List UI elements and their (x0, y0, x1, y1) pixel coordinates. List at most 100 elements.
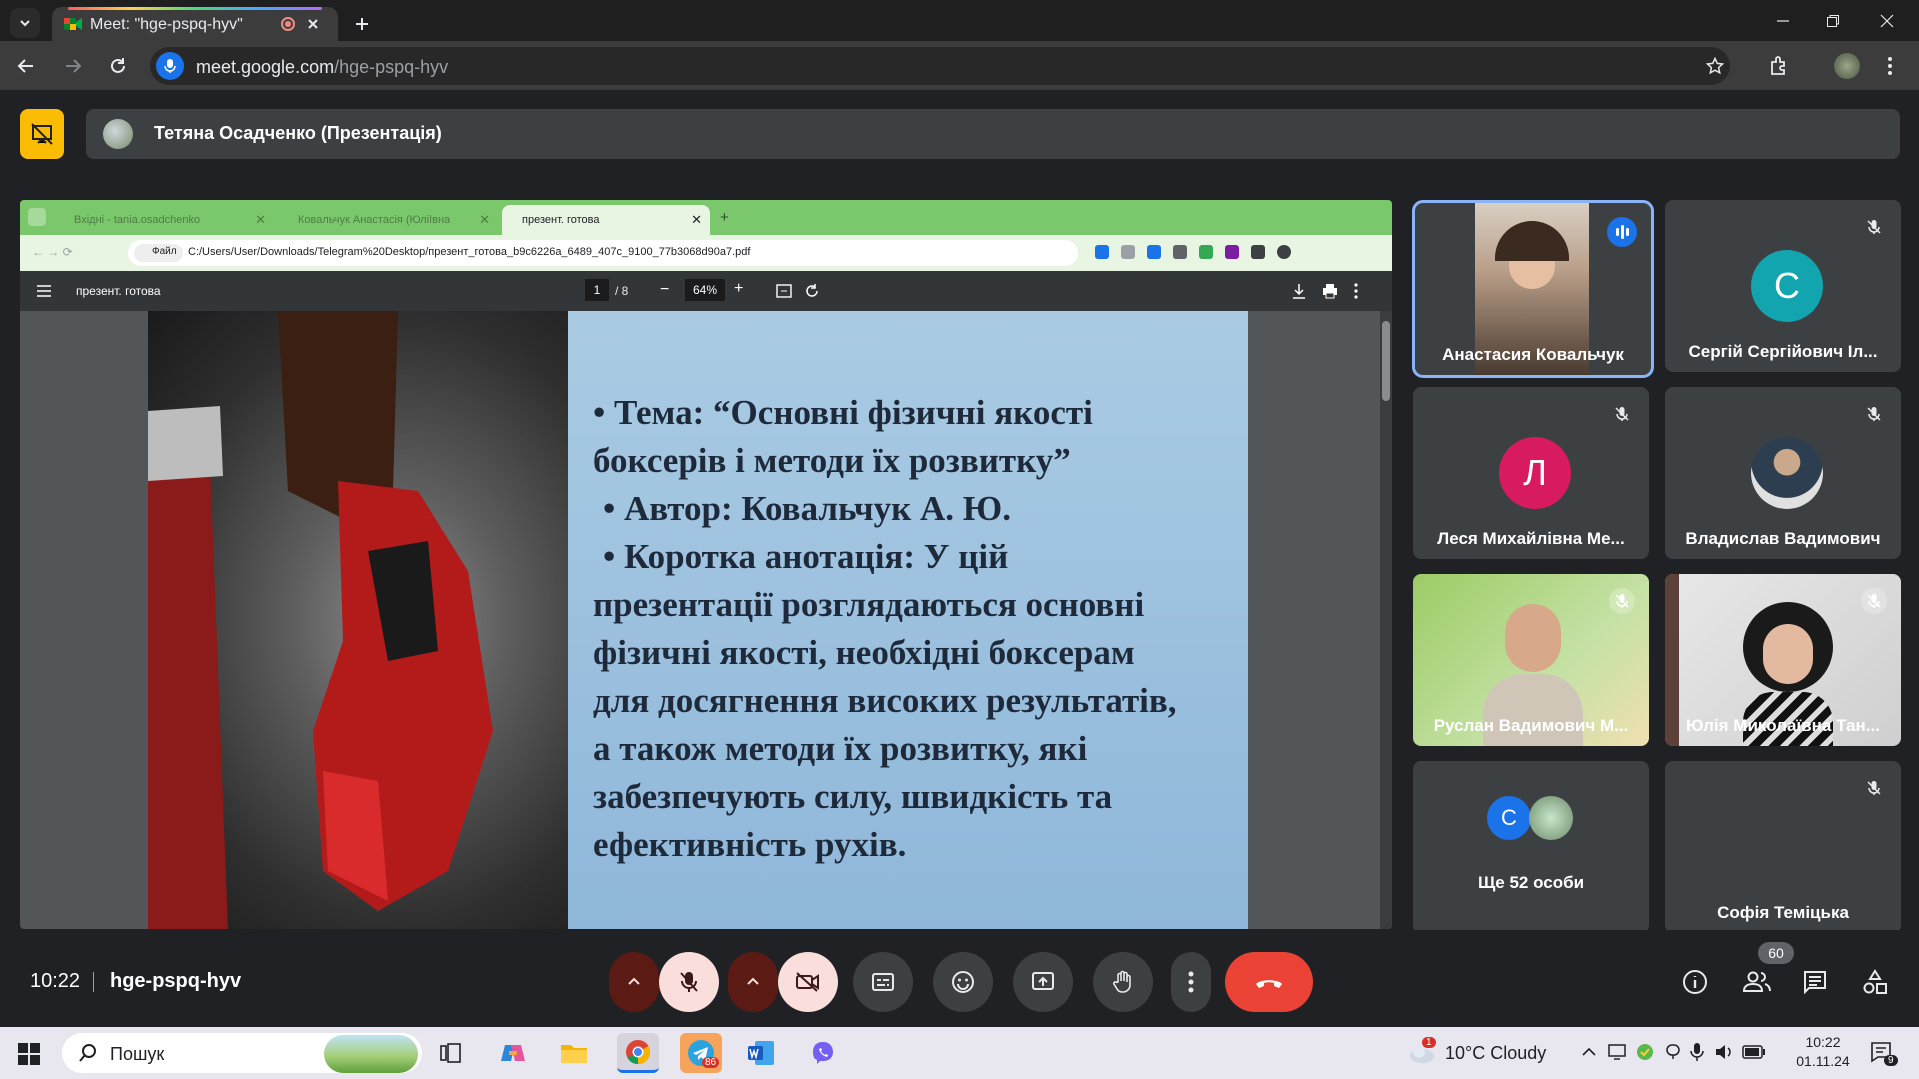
close-window-button[interactable] (1867, 8, 1907, 34)
browser-tab-meet[interactable]: Meet: "hge-pspq-hyv" (52, 7, 338, 41)
meeting-info-button[interactable] (1673, 960, 1717, 1004)
leave-call-button[interactable] (1225, 952, 1313, 1012)
slide-line: ефективність рухів. (593, 825, 907, 864)
participant-photo-avatar (1751, 437, 1823, 509)
volume-icon[interactable] (1714, 1043, 1734, 1061)
security-icon[interactable] (1636, 1043, 1654, 1061)
boxer-photo (148, 311, 568, 929)
network-icon[interactable] (1608, 1043, 1626, 1061)
profile-avatar[interactable] (1834, 53, 1860, 79)
bookmark-star-icon[interactable] (1706, 57, 1724, 75)
tab-search-button[interactable] (10, 8, 40, 38)
shared-screen: Вхідні - tania.osadchenko ✕ Ковальчук Ана… (20, 200, 1392, 929)
participant-tile[interactable]: С Сергій Сергійович Іл... (1665, 200, 1901, 372)
start-button[interactable] (18, 1043, 40, 1065)
tray-clock[interactable]: 10:22 01.11.24 (1793, 1033, 1853, 1071)
present-icon (1032, 972, 1054, 990)
minimize-icon (1777, 20, 1789, 22)
weather-badge: 1 (1422, 1037, 1436, 1048)
raise-hand-button[interactable] (1093, 952, 1153, 1012)
mic-off-icon (1861, 214, 1887, 240)
pdf-scrollbar (1380, 311, 1392, 929)
taskbar-app-telegram[interactable]: 86 (680, 1033, 722, 1073)
slide-line: • Коротка анотація: У цій (603, 537, 1009, 576)
taskbar-app-copilot[interactable] (492, 1033, 534, 1073)
meeting-clock: 10:22 (30, 970, 81, 992)
task-view-icon (440, 1043, 461, 1063)
search-icon (79, 1044, 96, 1062)
video-options-button[interactable] (728, 952, 778, 1012)
captions-button[interactable] (853, 952, 913, 1012)
microphone-toggle-button[interactable] (659, 952, 719, 1012)
slide-line: боксерів і методи їх розвитку” (593, 441, 1071, 480)
pdf-menu-icon (37, 285, 51, 297)
participant-tile[interactable]: Анастасия Ковальчук (1412, 200, 1654, 378)
chat-button[interactable] (1793, 960, 1837, 1004)
mic-off-icon (1861, 401, 1887, 427)
camera-tray-icon[interactable] (1664, 1043, 1682, 1061)
present-screen-button[interactable] (1013, 952, 1073, 1012)
url-text: meet.google.com/hge-pspq-hyv (196, 57, 449, 77)
chrome-menu-icon[interactable] (1887, 56, 1893, 76)
address-bar[interactable]: meet.google.com/hge-pspq-hyv (150, 47, 1730, 85)
reactions-button[interactable] (933, 952, 993, 1012)
task-view-button[interactable] (430, 1033, 472, 1073)
chat-icon (1804, 971, 1826, 995)
taskbar-app-viber[interactable] (802, 1033, 844, 1073)
mic-off-icon (1609, 588, 1635, 614)
people-button[interactable] (1735, 960, 1779, 1004)
new-tab-button[interactable] (348, 10, 376, 38)
mic-off-icon (1609, 401, 1635, 427)
hand-icon (1113, 970, 1131, 993)
weather-text[interactable]: 10°C Cloudy (1445, 1043, 1546, 1064)
close-tab-icon[interactable] (306, 17, 320, 31)
minimize-button[interactable] (1763, 8, 1803, 34)
taskbar-app-chrome[interactable] (617, 1033, 659, 1073)
participant-name: Юлія Миколаївна Тан... (1686, 716, 1880, 735)
participant-initial-avatar: С (1751, 250, 1823, 322)
back-arrow-icon[interactable] (16, 56, 36, 76)
info-icon (1683, 970, 1707, 994)
more-options-button[interactable] (1171, 952, 1211, 1012)
chevron-up-icon[interactable] (1582, 1047, 1596, 1057)
pdf-toolbar: презент. готова 1 / 8 − 64% + (20, 271, 1392, 311)
participant-name: Руслан Вадимович М... (1433, 716, 1629, 735)
presenter-bar: Тетяна Осадченко (Презентація) (86, 109, 1900, 159)
zoom-in-icon: + (734, 280, 744, 297)
reload-icon[interactable] (108, 56, 128, 76)
camera-off-icon (796, 972, 819, 992)
camera-toggle-button[interactable] (778, 952, 838, 1012)
activities-icon (1863, 969, 1887, 994)
taskbar-app-word[interactable] (740, 1033, 782, 1073)
microphone-tray-icon[interactable] (1690, 1042, 1704, 1062)
participant-tile[interactable]: Софія Теміцька (1665, 761, 1901, 933)
forward-arrow-icon[interactable] (63, 56, 83, 76)
participant-tile-overflow[interactable]: С Ще 52 особи (1413, 761, 1649, 933)
restore-icon (1827, 15, 1839, 27)
copilot-icon (501, 1045, 525, 1061)
notification-count: 9 (1884, 1055, 1898, 1066)
restore-button[interactable] (1813, 8, 1853, 34)
participant-name: Ще 52 особи (1477, 873, 1585, 892)
participant-tile[interactable]: Руслан Вадимович М... (1413, 574, 1649, 746)
tray-time: 10:22 (1805, 1034, 1841, 1050)
shared-new-tab-icon: + (720, 209, 729, 226)
presentation-toggle-button[interactable] (20, 109, 64, 159)
taskbar-search[interactable]: Пошук (62, 1033, 422, 1073)
activities-button[interactable] (1853, 960, 1897, 1004)
pdf-page-number: 1 (585, 279, 609, 301)
slide-line: • Автор: Ковальчук А. Ю. (603, 489, 1011, 528)
taskbar-app-explorer[interactable] (553, 1033, 595, 1073)
windows-logo-icon (18, 1043, 40, 1065)
participant-tile[interactable]: Юлія Миколаївна Тан... (1665, 574, 1901, 746)
participant-tile[interactable]: Л Леся Михайлівна Ме... (1413, 387, 1649, 559)
slide-line: а також методи їх розвитку, які (593, 729, 1088, 768)
shared-address-bar: Файл C:/Users/User/Downloads/Telegram%20… (128, 240, 1078, 266)
battery-icon[interactable] (1742, 1045, 1766, 1059)
extensions-icon[interactable] (1768, 55, 1790, 77)
audio-options-button[interactable] (609, 952, 659, 1012)
presenter-name: Тетяна Осадченко (Презентація) (154, 123, 442, 143)
mic-active-icon[interactable] (156, 52, 184, 80)
participant-name: Владислав Вадимович (1685, 529, 1881, 548)
participant-tile[interactable]: Владислав Вадимович (1665, 387, 1901, 559)
